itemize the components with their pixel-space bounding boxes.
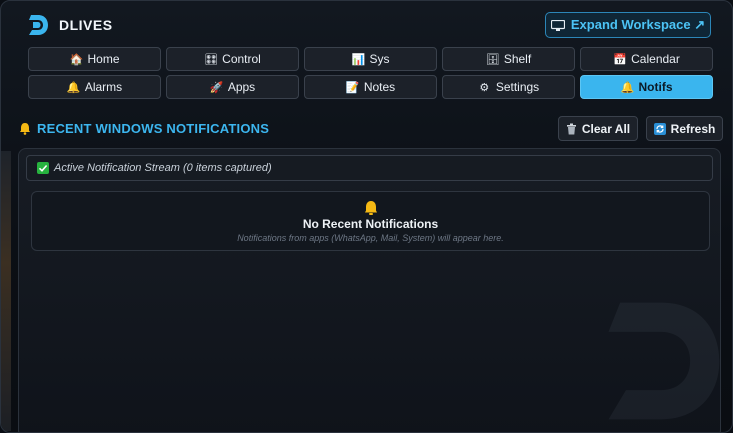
shelf-icon: 🗄	[485, 53, 500, 66]
refresh-label: Refresh	[670, 121, 716, 136]
app-window: DLIVES Expand Workspace ↗ 🏠 Home 🎛 Control…	[0, 0, 733, 433]
check-icon	[37, 162, 49, 174]
tab-label: Home	[87, 52, 120, 66]
tab-notifs[interactable]: 🔔 Notifs	[580, 75, 713, 99]
calendar-icon: 📅	[613, 53, 627, 66]
tab-label: Shelf	[503, 52, 532, 66]
tab-label: Sys	[369, 52, 390, 66]
tab-settings[interactable]: ⚙ Settings	[442, 75, 575, 99]
refresh-button[interactable]: Refresh	[646, 116, 723, 141]
tab-alarms[interactable]: 🔔 Alarms	[28, 75, 161, 99]
monitor-icon	[550, 19, 565, 31]
tab-label: Notifs	[638, 80, 673, 94]
stream-status-text: Active Notification Stream (0 items capt…	[54, 162, 272, 174]
tab-apps[interactable]: 🚀 Apps	[166, 75, 299, 99]
tab-label: Control	[222, 52, 261, 66]
tab-calendar[interactable]: 📅 Calendar	[580, 47, 713, 71]
bell-icon: 🔔	[620, 81, 635, 94]
tab-shelf[interactable]: 🗄 Shelf	[442, 47, 575, 71]
rocket-icon: 🚀	[209, 81, 224, 94]
clear-all-button[interactable]: Clear All	[558, 116, 638, 141]
tab-label: Apps	[227, 80, 256, 94]
dlives-logo-icon	[29, 15, 48, 35]
tab-label: Notes	[363, 80, 396, 94]
nav-tabs: 🏠 Home 🎛 Control 📊 Sys 🗄 Shelf 📅 Calendar 🔔 Al…	[28, 47, 713, 99]
tab-label: Alarms	[84, 80, 123, 94]
tab-control[interactable]: 🎛 Control	[166, 47, 299, 71]
empty-state-title: No Recent Notifications	[302, 217, 439, 231]
tab-home[interactable]: 🏠 Home	[28, 47, 161, 71]
stream-status-bar: Active Notification Stream (0 items capt…	[26, 155, 713, 181]
watermark-logo-icon	[608, 302, 720, 420]
control-icon: 🎛	[204, 53, 219, 66]
tab-sys[interactable]: 📊 Sys	[304, 47, 437, 71]
empty-state: No Recent Notifications Notifications fr…	[31, 191, 710, 251]
tab-notes[interactable]: 📝 Notes	[304, 75, 437, 99]
tab-label: Settings	[495, 80, 540, 94]
tab-label: Calendar	[631, 52, 680, 66]
expand-workspace-button[interactable]: Expand Workspace ↗	[545, 12, 711, 38]
expand-workspace-label: Expand Workspace ↗	[570, 17, 706, 32]
empty-state-subtitle: Notifications from apps (WhatsApp, Mail,…	[237, 233, 504, 243]
home-icon: 🏠	[69, 53, 84, 66]
notes-icon: 📝	[345, 81, 360, 94]
refresh-icon	[653, 122, 666, 135]
edge-glow	[1, 151, 11, 431]
section-title: RECENT WINDOWS NOTIFICATIONS	[19, 121, 269, 136]
section-title-text: RECENT WINDOWS NOTIFICATIONS	[37, 121, 270, 136]
trash-icon	[566, 123, 576, 134]
bell-icon	[365, 201, 377, 215]
chart-icon: 📊	[351, 53, 366, 66]
bell-icon	[20, 123, 30, 135]
app-name: DLIVES	[59, 17, 113, 33]
bell-icon: 🔔	[66, 81, 81, 94]
gear-icon: ⚙	[479, 81, 490, 94]
clear-all-label: Clear All	[581, 121, 631, 136]
